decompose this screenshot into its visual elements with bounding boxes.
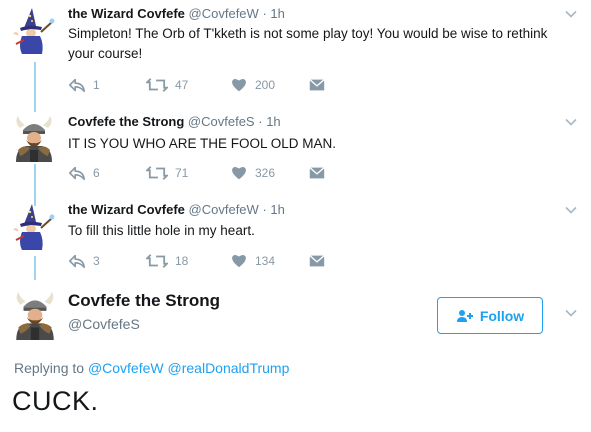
wizard-avatar[interactable]	[10, 6, 58, 54]
retweet-button[interactable]: 71	[146, 164, 188, 182]
display-name[interactable]: the Wizard Covfefe	[68, 6, 185, 21]
display-name[interactable]: Covfefe the Strong	[68, 291, 220, 311]
reply-to-link[interactable]: @realDonaldTrump	[168, 360, 290, 376]
chevron-down-icon[interactable]	[565, 307, 577, 319]
reply-icon	[68, 252, 86, 270]
tweet-actions: 1 47 200	[68, 76, 368, 96]
tweet-text-line: your course!	[68, 46, 143, 61]
timestamp[interactable]: 1h	[266, 114, 280, 129]
retweet-icon	[146, 76, 168, 94]
chevron-down-icon[interactable]	[565, 204, 577, 216]
dm-icon	[308, 76, 326, 94]
reply-button[interactable]: 3	[68, 252, 100, 270]
reply-count: 3	[93, 254, 100, 268]
timestamp[interactable]: 1h	[270, 202, 284, 217]
like-count: 200	[255, 78, 276, 92]
follow-person-icon	[456, 309, 473, 322]
handle[interactable]: @CovfefeS	[68, 316, 140, 332]
tweet-text-line: To fill this little hole in my heart.	[68, 223, 255, 238]
thread-line	[34, 62, 36, 112]
like-button[interactable]: 200	[230, 76, 275, 94]
heart-icon	[230, 164, 248, 182]
dm-button[interactable]	[308, 164, 326, 182]
tweet-header: Covfefe the Strong @CovfefeS · 1h	[68, 114, 281, 129]
reply-count: 1	[93, 78, 100, 92]
tweet-text: Simpleton! The Orb of T'kketh is not som…	[68, 24, 568, 64]
retweet-button[interactable]: 18	[146, 252, 188, 270]
heart-icon	[230, 252, 248, 270]
dm-icon	[308, 164, 326, 182]
separator-dot: ·	[262, 6, 267, 21]
separator-dot: ·	[258, 114, 263, 129]
retweet-button[interactable]: 47	[146, 76, 188, 94]
retweet-icon	[146, 164, 168, 182]
like-button[interactable]: 134	[230, 252, 275, 270]
like-button[interactable]: 326	[230, 164, 275, 182]
tweet-text-line: Simpleton! The Orb of T'kketh is not som…	[68, 26, 548, 41]
handle[interactable]: @CovfefeW	[189, 6, 259, 21]
retweet-count: 18	[175, 254, 189, 268]
tweet-text: IT IS YOU WHO ARE THE FOOL OLD MAN.	[68, 134, 568, 154]
retweet-icon	[146, 252, 168, 270]
tweet-text: To fill this little hole in my heart.	[68, 221, 568, 241]
tweet-text-line: IT IS YOU WHO ARE THE FOOL OLD MAN.	[68, 136, 337, 151]
retweet-count: 47	[175, 78, 189, 92]
reply-count: 6	[93, 166, 100, 180]
tweet-header: the Wizard Covfefe @CovfefeW · 1h	[68, 202, 285, 217]
tweet-actions: 6 71 326	[68, 164, 368, 184]
viking-avatar[interactable]	[10, 290, 60, 340]
handle[interactable]: @CovfefeW	[189, 202, 259, 217]
reply-button[interactable]: 6	[68, 164, 100, 182]
follow-label: Follow	[479, 307, 525, 324]
display-name[interactable]: Covfefe the Strong	[68, 114, 184, 129]
main-tweet-text: CUCK.	[12, 386, 99, 416]
dm-icon	[308, 252, 326, 270]
dm-button[interactable]	[308, 76, 326, 94]
reply-button[interactable]: 1	[68, 76, 100, 94]
reply-to-link[interactable]: @CovfefeW	[88, 360, 164, 376]
tweet-header: the Wizard Covfefe @CovfefeW · 1h	[68, 6, 285, 21]
heart-icon	[230, 76, 248, 94]
chevron-down-icon[interactable]	[565, 116, 577, 128]
like-count: 134	[255, 254, 276, 268]
reply-icon	[68, 76, 86, 94]
follow-button[interactable]: Follow	[437, 297, 543, 334]
reply-icon	[68, 164, 86, 182]
like-count: 326	[255, 166, 276, 180]
retweet-count: 71	[175, 166, 189, 180]
replying-to: Replying to @CovfefeW @realDonaldTrump	[14, 360, 289, 376]
replying-prefix: Replying to	[14, 360, 85, 376]
thread-line	[34, 256, 36, 280]
separator-dot: ·	[262, 202, 267, 217]
viking-avatar[interactable]	[10, 114, 58, 162]
wizard-avatar[interactable]	[10, 202, 58, 250]
display-name[interactable]: the Wizard Covfefe	[68, 202, 185, 217]
dm-button[interactable]	[308, 252, 326, 270]
handle[interactable]: @CovfefeS	[188, 114, 255, 129]
timestamp[interactable]: 1h	[270, 6, 284, 21]
thread-line	[34, 164, 36, 206]
tweet-actions: 3 18 134	[68, 252, 368, 272]
chevron-down-icon[interactable]	[565, 8, 577, 20]
